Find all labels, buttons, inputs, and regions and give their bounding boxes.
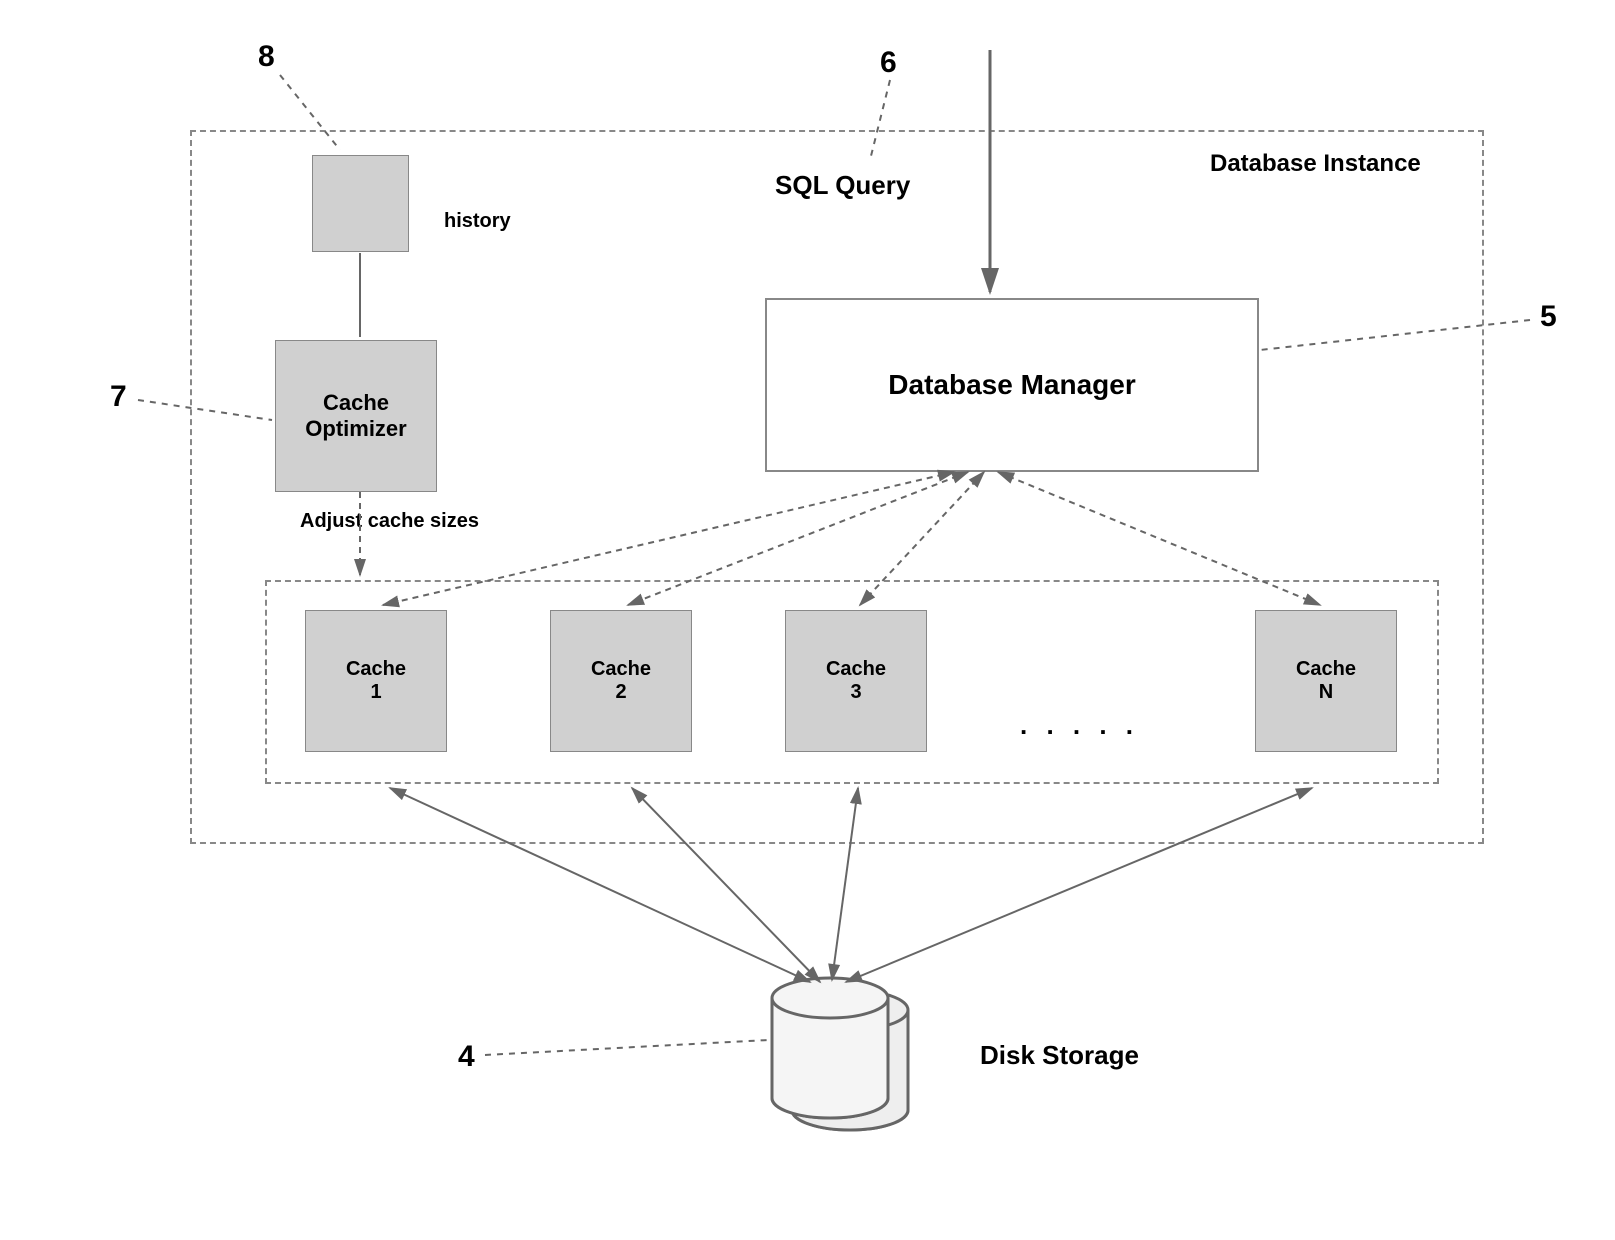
sql-query-label: SQL Query [775,170,910,201]
ref-6: 6 [880,46,897,80]
adjust-cache-label: Adjust cache sizes [300,510,479,533]
diagram-container: 8 6 7 5 4 Database Instance SQL Query hi… [20,20,1615,1220]
database-manager-box: Database Manager [765,298,1259,472]
history-label: history [444,210,511,233]
ref-5: 5 [1540,300,1557,334]
disk-storage-label: Disk Storage [980,1040,1139,1071]
cache-n-box: Cache N [1255,610,1397,752]
cache-2-box: Cache 2 [550,610,692,752]
cache-3-box: Cache 3 [785,610,927,752]
instance-title: Database Instance [1210,150,1421,178]
ref-4: 4 [458,1040,475,1074]
history-box [312,155,409,252]
ref-8: 8 [258,40,275,74]
cache-1-box: Cache 1 [305,610,447,752]
dots-label: . . . . . [1020,710,1139,741]
cache-optimizer-box: Cache Optimizer [275,340,437,492]
ref-7: 7 [110,380,127,414]
